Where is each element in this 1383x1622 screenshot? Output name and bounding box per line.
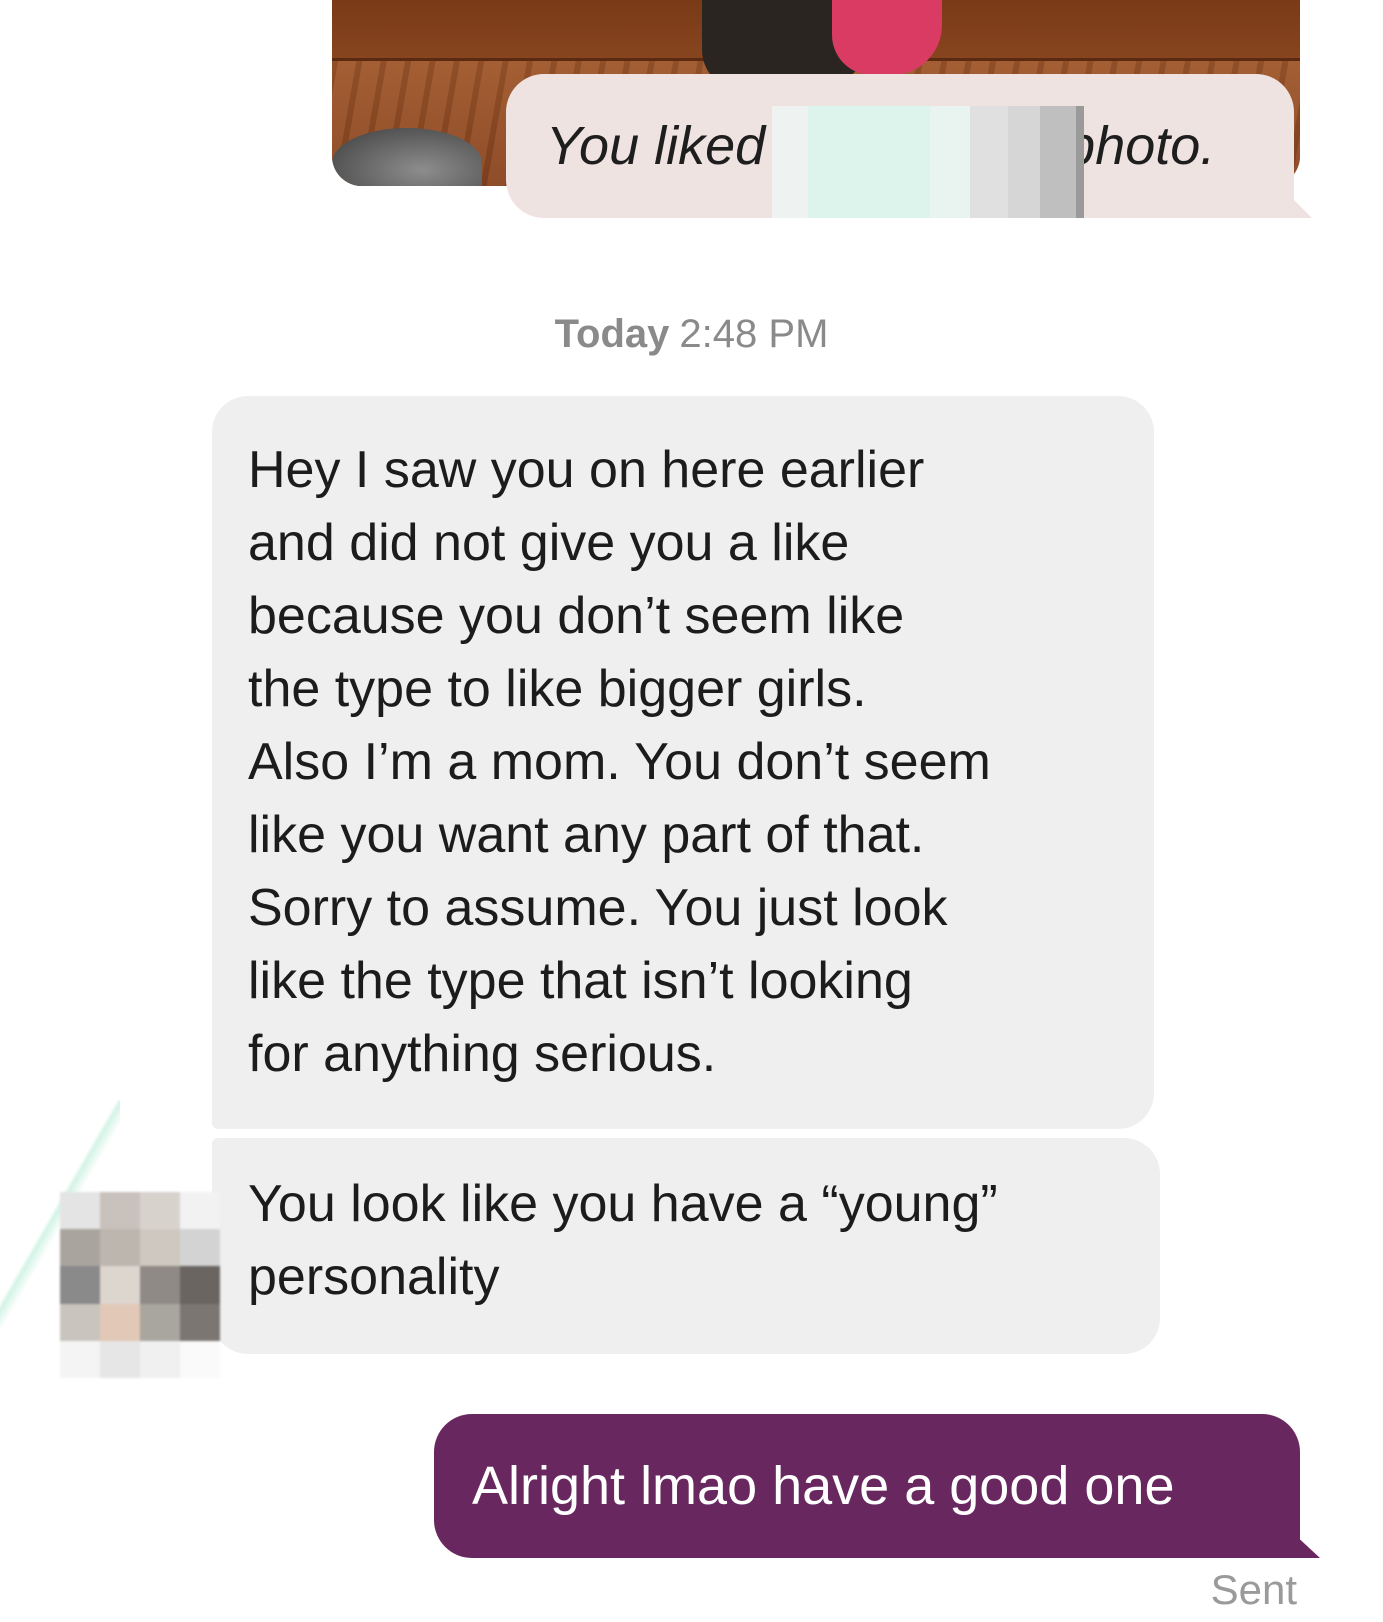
received-message-bubble[interactable]: You look like you have a “young” persona… bbox=[212, 1138, 1160, 1354]
message-text: Hey I saw you on here earlier and did no… bbox=[248, 441, 991, 1083]
like-notification-prefix: You liked bbox=[546, 116, 766, 176]
delivery-status: Sent bbox=[1210, 1566, 1297, 1613]
message-timestamp: Today 2:48 PM bbox=[0, 312, 1383, 357]
received-message-bubble[interactable]: Hey I saw you on here earlier and did no… bbox=[212, 396, 1154, 1129]
sender-avatar[interactable] bbox=[60, 1192, 220, 1378]
timestamp-time: 2:48 PM bbox=[679, 312, 829, 356]
timestamp-day: Today bbox=[554, 312, 670, 356]
like-notification-suffix: photo. bbox=[1065, 116, 1216, 176]
message-text: Alright lmao have a good one bbox=[472, 1456, 1175, 1516]
sent-message-bubble[interactable]: Alright lmao have a good one bbox=[434, 1414, 1320, 1558]
message-text: You look like you have a “young” persona… bbox=[248, 1175, 998, 1306]
redacted-name bbox=[772, 106, 1084, 218]
